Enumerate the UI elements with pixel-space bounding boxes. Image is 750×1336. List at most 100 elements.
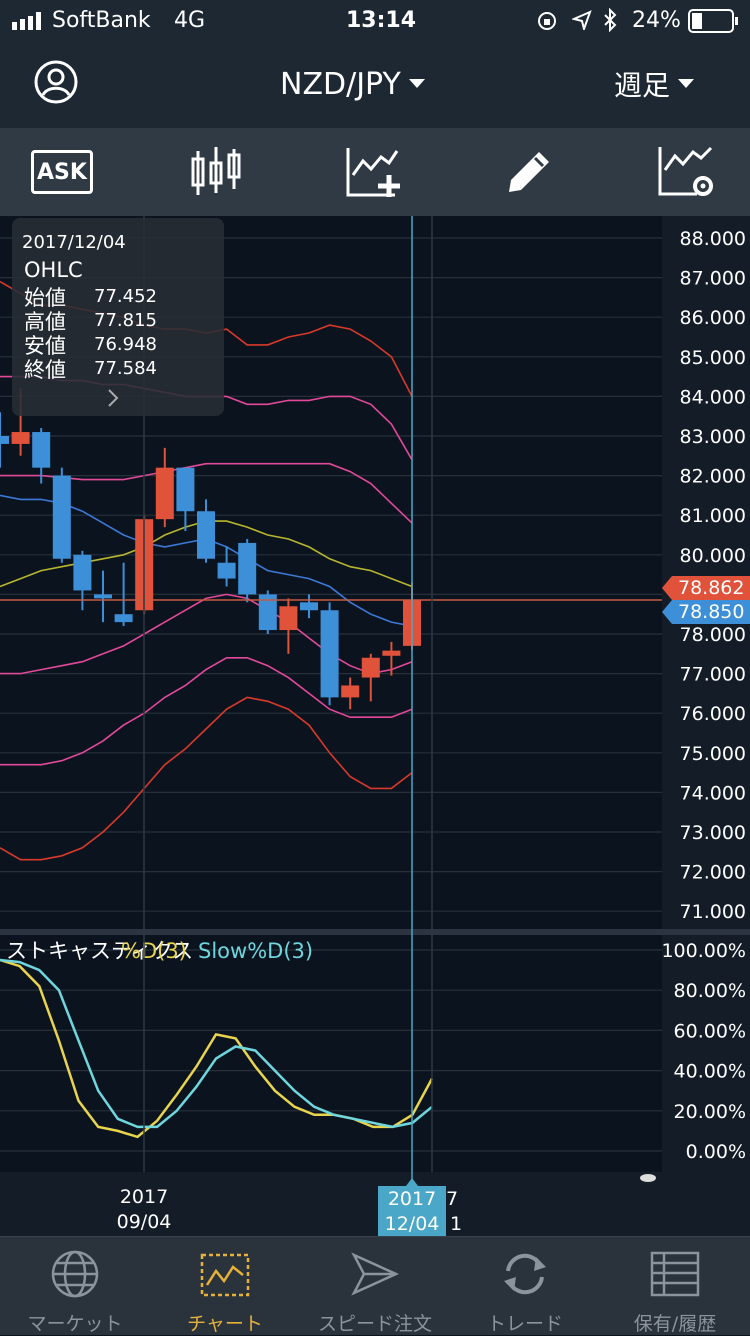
open-value: 77.452 [94, 286, 157, 307]
candle-body [0, 436, 9, 444]
battery-icon [688, 9, 738, 33]
candlestick-type-button[interactable] [171, 138, 261, 206]
candle-body [382, 650, 401, 656]
price-tick-label: 77.000 [680, 664, 746, 686]
ohlc-panel[interactable]: 2017/12/04 OHLC 始値 77.452 高値 77.815 安値 7… [12, 218, 224, 416]
tab-trade[interactable]: トレード [450, 1237, 600, 1335]
candlestick-icon [191, 147, 241, 195]
orientation-lock-icon [538, 12, 556, 30]
price-tick-label: 78.000 [680, 624, 746, 646]
ask-button[interactable]: ASK [17, 138, 107, 206]
ohlc-date: 2017/12/04 [22, 232, 126, 253]
candle-body [320, 610, 339, 698]
candle-body [11, 432, 30, 444]
time-label-year: 2017 [120, 1186, 168, 1208]
stoch-tick-label: 20.00% [674, 1101, 746, 1123]
tab-market-label: マーケット [27, 1313, 123, 1335]
stoch-tick-label: 100.00% [661, 940, 746, 962]
scroll-indicator[interactable] [640, 1174, 656, 1182]
stoch-tick-label: 60.00% [674, 1020, 746, 1042]
price-tick-label: 85.000 [680, 347, 746, 369]
list-icon [650, 1251, 700, 1297]
tab-bar: マーケット チャート スピード注文 トレード 保有/履歴 [0, 1236, 750, 1335]
candle-body [114, 614, 133, 623]
carrier-label: SoftBank [52, 8, 151, 33]
battery-percent: 24% [632, 8, 681, 33]
user-circle-icon[interactable] [34, 60, 78, 104]
tab-market[interactable]: マーケット [0, 1237, 150, 1335]
tab-trade-label: トレード [486, 1313, 563, 1335]
add-indicator-button[interactable] [329, 138, 419, 206]
price-tick-label: 88.000 [680, 228, 746, 250]
close-value: 77.584 [94, 358, 157, 379]
high-value: 77.815 [94, 310, 157, 331]
globe-icon [51, 1250, 99, 1298]
price-tick-label: 71.000 [680, 901, 746, 923]
tab-speed-order[interactable]: スピード注文 [300, 1237, 450, 1335]
candle-body [238, 542, 257, 595]
refresh-icon [504, 1253, 546, 1295]
tab-speed-order-label: スピード注文 [317, 1313, 432, 1335]
speed-order-icon [351, 1252, 400, 1296]
pencil-icon [509, 152, 549, 192]
tab-chart[interactable]: チャート [150, 1237, 300, 1335]
tab-chart-label: チャート [187, 1313, 263, 1335]
stoch-axis-bg [662, 935, 750, 1172]
candle-body [176, 467, 195, 512]
candle-body [52, 475, 71, 559]
signal-icon [12, 12, 41, 30]
indicator-settings-icon [658, 146, 713, 196]
price-tick-label: 86.000 [680, 307, 746, 329]
chart-icon [200, 1253, 250, 1297]
tab-holdings[interactable]: 保有/履歴 [600, 1237, 750, 1335]
selected-year: 2017 [388, 1188, 436, 1210]
pair-selector[interactable]: NZD/JPY [280, 64, 425, 104]
tab-holdings-label: 保有/履歴 [633, 1313, 717, 1335]
close-label: 終値 [24, 358, 66, 382]
price-tick-label: 87.000 [680, 268, 746, 290]
stoch-d-label: %D(3) [121, 939, 187, 963]
selected-date: 12/04 [385, 1213, 440, 1235]
stoch-tick-label: 0.00% [686, 1141, 746, 1163]
ask-price-tag: 78.850 [662, 600, 750, 624]
price-tick-label: 72.000 [680, 862, 746, 884]
low-value: 76.948 [94, 334, 157, 355]
price-tick-label: 76.000 [680, 703, 746, 725]
price-tick-label: 75.000 [680, 743, 746, 765]
caret-down-icon [678, 79, 695, 88]
bluetooth-icon [604, 8, 617, 32]
chevron-right-icon[interactable] [106, 388, 120, 408]
timeframe-selector[interactable]: 週足 [614, 64, 695, 104]
stoch-tick-label: 80.00% [674, 980, 746, 1002]
candle-body [361, 657, 380, 678]
candle-body [155, 467, 174, 520]
status-bar: SoftBank 4G 13:14 24% [0, 0, 750, 42]
price-tick-label: 84.000 [680, 386, 746, 408]
next-label-year: 7 [446, 1188, 458, 1210]
candle-body [94, 594, 112, 599]
chart-toolbar: ASK [0, 128, 750, 216]
candle-body [73, 554, 92, 591]
bid-price-tag: 78.862 [662, 576, 750, 600]
price-tick-label: 82.000 [680, 466, 746, 488]
stoch-tick-label: 40.00% [674, 1061, 746, 1083]
time-axis-bg [0, 1172, 750, 1236]
next-label-date: 1 [450, 1213, 462, 1235]
price-tick-label: 74.000 [680, 782, 746, 804]
candle-body [300, 602, 318, 611]
candle-body [197, 511, 215, 559]
indicator-settings-button[interactable] [642, 138, 732, 206]
candle-body [341, 685, 360, 698]
clock: 13:14 [346, 8, 417, 33]
candle-body [32, 432, 51, 468]
price-tick-label: 73.000 [680, 822, 746, 844]
panel-divider[interactable] [0, 929, 750, 935]
app-header: NZD/JPY 週足 [0, 42, 750, 128]
draw-button[interactable] [484, 138, 574, 206]
time-label-date: 09/04 [117, 1211, 172, 1233]
caret-down-icon [408, 79, 425, 88]
price-tick-label: 83.000 [680, 426, 746, 448]
network-label: 4G [174, 8, 206, 33]
add-indicator-icon [346, 148, 400, 197]
candle-body [279, 606, 298, 631]
